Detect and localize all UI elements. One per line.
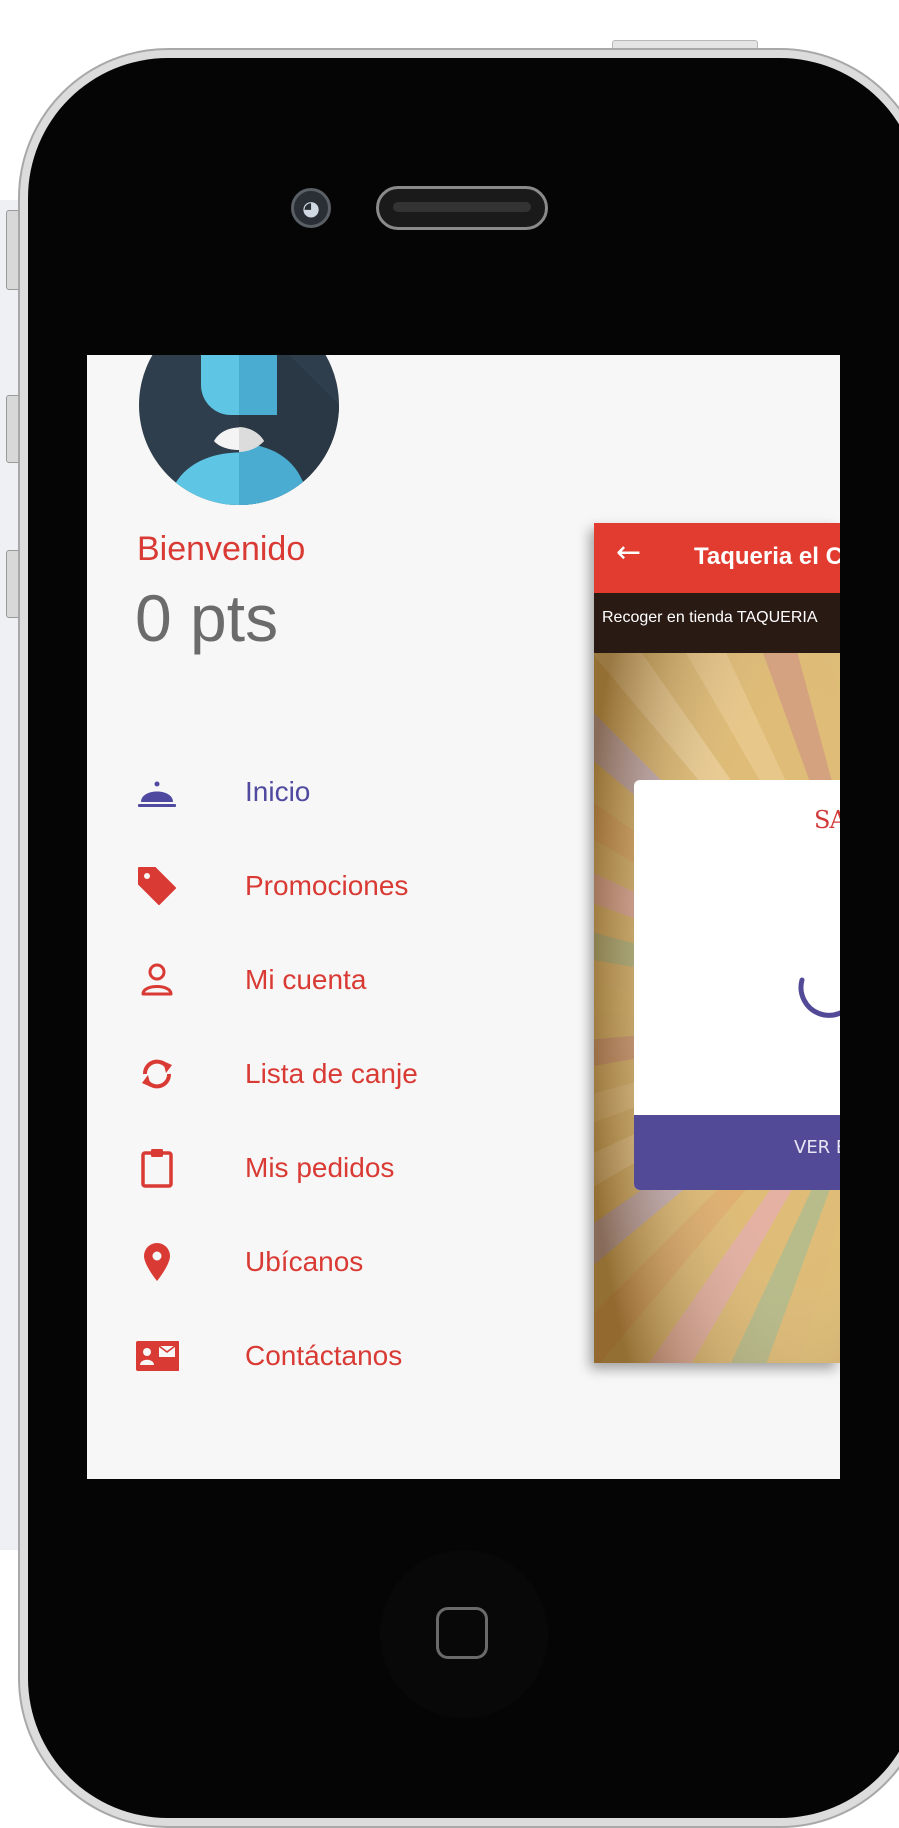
promo-card[interactable]: SAL VER EL <box>634 780 840 1190</box>
promo-heading: SAL <box>814 806 840 834</box>
back-arrow-icon[interactable]: ← <box>616 535 641 570</box>
avatar[interactable] <box>139 355 339 505</box>
promo-action-label: VER EL <box>794 1137 840 1158</box>
loading-spinner-icon <box>798 977 840 1018</box>
sidebar-item-ubicanos[interactable]: Ubícanos <box>87 1228 557 1298</box>
sidebar-item-label: Lista de canje <box>245 1058 418 1089</box>
welcome-text: Bienvenido <box>137 530 306 568</box>
points-balance: 0 pts <box>135 581 279 655</box>
earpiece-speaker <box>376 186 548 230</box>
home-button[interactable] <box>436 1607 488 1659</box>
sidebar-item-label: Contáctanos <box>245 1340 403 1371</box>
sidebar-item-label: Inicio <box>245 776 311 807</box>
user-icon <box>141 963 173 996</box>
sidebar-item-label: Ubícanos <box>245 1246 364 1277</box>
sidebar-item-lista-de-canje[interactable]: Lista de canje <box>87 1040 557 1110</box>
app-title: Taqueria el C <box>694 543 840 570</box>
sidebar-item-contactanos[interactable]: Contáctanos <box>87 1322 557 1392</box>
sidebar-item-mis-pedidos[interactable]: Mis pedidos <box>87 1134 557 1204</box>
cloche-icon <box>138 781 176 807</box>
main-content-preview[interactable]: ← Taqueria el C Recoger en tienda TAQUER… <box>594 523 840 1363</box>
sidebar-item-label: Promociones <box>245 870 409 901</box>
sync-icon <box>142 1059 172 1089</box>
app-bar: ← Taqueria el C <box>594 523 840 593</box>
user-avatar-icon <box>169 355 339 505</box>
promo-action-button[interactable]: VER EL <box>634 1115 840 1190</box>
location-pin-icon <box>144 1243 170 1281</box>
sidebar-item-label: Mis pedidos <box>245 1152 395 1183</box>
pickup-banner: Recoger en tienda TAQUERIA <box>594 593 840 653</box>
sidebar-item-inicio[interactable]: Inicio <box>87 758 557 828</box>
phone-screen: Bienvenido 0 pts Inicio Promociones Mi c… <box>87 355 840 1479</box>
sidebar-item-promociones[interactable]: Promociones <box>87 852 557 922</box>
front-camera-icon: ◕ <box>291 188 331 228</box>
tag-icon <box>138 867 176 905</box>
sidebar-item-label: Mi cuenta <box>245 964 367 995</box>
pickup-text: Recoger en tienda TAQUERIA <box>602 609 818 626</box>
sidebar-item-mi-cuenta[interactable]: Mi cuenta <box>87 946 557 1016</box>
clipboard-icon <box>141 1149 173 1188</box>
contact-card-icon <box>136 1341 179 1371</box>
